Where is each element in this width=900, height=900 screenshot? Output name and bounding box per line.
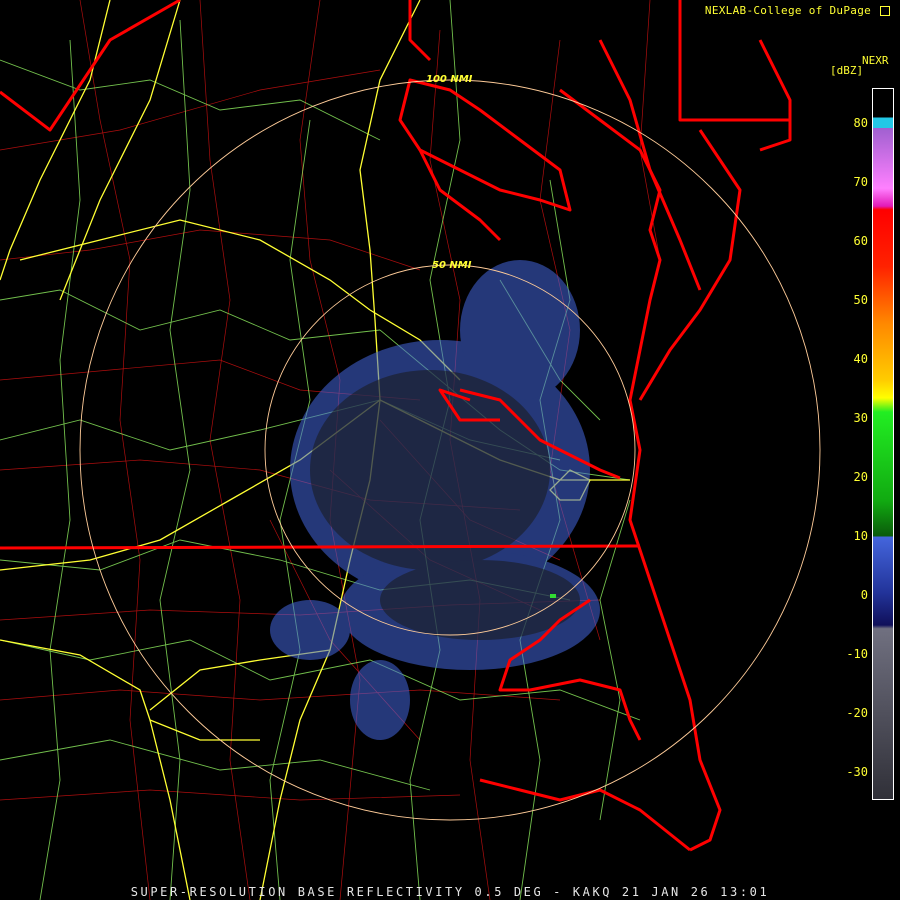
- credit-label: NEXLAB-College of DuPage: [705, 4, 890, 17]
- product-footer: SUPER-RESOLUTION BASE REFLECTIVITY 0.5 D…: [130, 885, 770, 899]
- legend-title: NEXR: [862, 54, 889, 67]
- legend-tick: 30: [853, 411, 868, 425]
- radar-map: 100 NMI 50 NMI: [0, 0, 900, 900]
- legend-tick: 70: [853, 175, 868, 189]
- legend-tick: -30: [846, 765, 868, 779]
- external-link-icon: [880, 6, 890, 16]
- legend-tick: -20: [846, 706, 868, 720]
- range-ring-label-50: 50 NMI: [432, 260, 472, 271]
- legend-tick: 60: [853, 234, 868, 248]
- legend-tick: 0: [860, 588, 868, 602]
- credit-text: NEXLAB-College of DuPage: [704, 4, 872, 17]
- legend-color-bar: [872, 88, 894, 800]
- legend-tick: 40: [853, 352, 868, 366]
- legend-unit: [dBZ]: [830, 64, 864, 77]
- legend-tick: 20: [853, 470, 868, 484]
- legend-tick: -10: [846, 647, 868, 661]
- legend-tick: 50: [853, 293, 868, 307]
- legend-tick: 80: [853, 116, 868, 130]
- range-ring-label-100: 100 NMI: [426, 74, 473, 85]
- radar-echo-green: [550, 594, 556, 598]
- legend-tick: 10: [853, 529, 868, 543]
